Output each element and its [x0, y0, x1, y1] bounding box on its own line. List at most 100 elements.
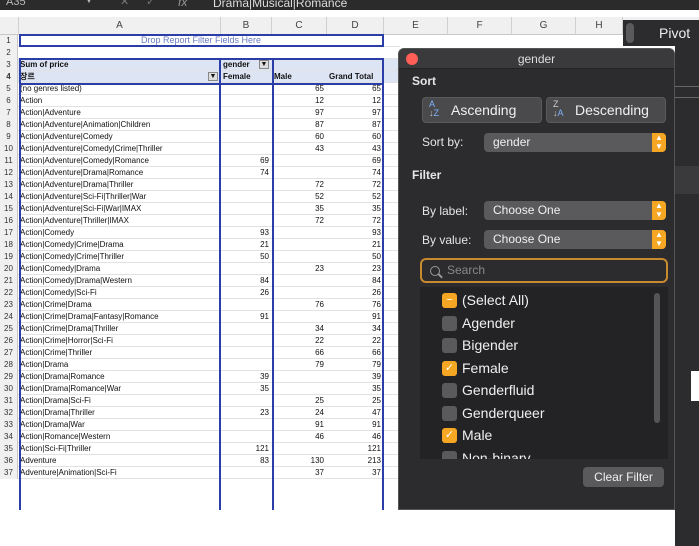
filter-checkbox[interactable] — [442, 405, 457, 421]
by-value-select[interactable]: Choose One ▲ ▼ — [484, 230, 666, 249]
column-header-d[interactable]: D — [327, 17, 384, 35]
pivot-data-row[interactable]: 18 Action|Comedy|Crime|Drama 21 21 — [0, 239, 400, 251]
grand-total-cell[interactable]: 37 — [327, 467, 383, 478]
genre-cell[interactable]: Action|Drama|Romance|War — [19, 383, 220, 394]
pivot-data-row[interactable]: 13 Action|Adventure|Drama|Thriller 72 72 — [0, 179, 400, 191]
filter-search-input[interactable]: Search — [420, 258, 668, 283]
genre-cell[interactable]: Action|Sci-Fi|Thriller — [19, 443, 220, 454]
sort-by-select[interactable]: gender ▲ ▼ — [484, 133, 666, 152]
pivot-data-row[interactable]: 19 Action|Comedy|Crime|Thriller 50 50 — [0, 251, 400, 263]
grand-total-cell[interactable]: 12 — [327, 95, 383, 106]
genre-cell[interactable]: (no genres listed) — [19, 83, 220, 94]
filter-checkbox[interactable]: ✓ — [442, 360, 457, 376]
pivot-data-row[interactable]: 33 Action|Drama|War 91 91 — [0, 419, 400, 431]
sheet-row[interactable]: 4 장르 ▼ Female Male Grand Total — [0, 71, 400, 83]
female-value-cell[interactable]: 91 — [221, 311, 271, 322]
column-header-h[interactable]: H — [576, 17, 623, 35]
select-all-corner[interactable] — [0, 17, 19, 35]
header-grand-total[interactable]: Grand Total — [327, 71, 383, 82]
male-value-cell[interactable]: 79 — [272, 359, 326, 370]
female-value-cell[interactable]: 50 — [221, 251, 271, 262]
filter-value-list[interactable]: − (Select All) Agender Bigender ✓ Female Gende… — [420, 287, 668, 459]
genre-cell[interactable]: Adventure|Animation|Sci-Fi — [19, 467, 220, 478]
sort-ascending-button[interactable]: A ↓Z Ascending — [422, 97, 542, 123]
grand-total-cell[interactable]: 21 — [327, 239, 383, 250]
male-value-cell[interactable]: 91 — [272, 419, 326, 430]
cancel-icon[interactable]: ✕ — [120, 0, 129, 8]
grand-total-cell[interactable]: 26 — [327, 287, 383, 298]
pivot-data-row[interactable]: 11 Action|Adventure|Comedy|Romance 69 69 — [0, 155, 400, 167]
row-number[interactable]: 9 — [0, 131, 18, 143]
row-number[interactable]: 25 — [0, 323, 18, 335]
male-value-cell[interactable]: 23 — [272, 263, 326, 274]
filter-item-label[interactable]: (Select All) — [462, 290, 529, 310]
female-value-cell[interactable]: 39 — [221, 371, 271, 382]
male-value-cell[interactable]: 24 — [272, 407, 326, 418]
male-value-cell[interactable]: 72 — [272, 215, 326, 226]
header-male[interactable]: Male — [272, 71, 326, 82]
genre-cell[interactable]: Action|Adventure|Sci-Fi|War|IMAX — [19, 203, 220, 214]
pivot-data-row[interactable]: 24 Action|Crime|Drama|Fantasy|Romance 91 91 — [0, 311, 400, 323]
pivot-data-row[interactable]: 22 Action|Comedy|Sci-Fi 26 26 — [0, 287, 400, 299]
row-number[interactable]: 28 — [0, 359, 18, 371]
male-value-cell[interactable]: 72 — [272, 179, 326, 190]
grand-total-cell[interactable]: 72 — [327, 215, 383, 226]
male-value-cell[interactable]: 37 — [272, 467, 326, 478]
male-value-cell[interactable]: 76 — [272, 299, 326, 310]
row-number[interactable]: 33 — [0, 419, 18, 431]
pivot-column-field[interactable]: gender ▼ — [221, 59, 271, 70]
grand-total-cell[interactable]: 43 — [327, 143, 383, 154]
filter-checkbox[interactable] — [442, 338, 457, 353]
male-value-cell[interactable]: 22 — [272, 335, 326, 346]
genre-cell[interactable]: Action — [19, 95, 220, 106]
close-icon[interactable] — [406, 53, 418, 65]
female-value-cell[interactable]: 84 — [221, 275, 271, 286]
female-value-cell[interactable]: 93 — [221, 227, 271, 238]
column-header-b[interactable]: B — [221, 17, 272, 35]
male-value-cell[interactable]: 130 — [272, 455, 326, 466]
pivot-data-row[interactable]: 15 Action|Adventure|Sci-Fi|War|IMAX 35 35 — [0, 203, 400, 215]
genre-cell[interactable]: Action|Adventure|Comedy|Romance — [19, 155, 220, 166]
pivot-data-row[interactable]: 35 Action|Sci-Fi|Thriller 121 121 — [0, 443, 400, 455]
genre-cell[interactable]: Action|Adventure|Sci-Fi|Thriller|War — [19, 191, 220, 202]
row-number[interactable]: 18 — [0, 239, 18, 251]
grand-total-cell[interactable]: 50 — [327, 251, 383, 262]
pivot-data-row[interactable]: 14 Action|Adventure|Sci-Fi|Thriller|War 52… — [0, 191, 400, 203]
female-value-cell[interactable]: 21 — [221, 239, 271, 250]
row-number[interactable]: 16 — [0, 215, 18, 227]
male-value-cell[interactable]: 52 — [272, 191, 326, 202]
row-number[interactable]: 26 — [0, 335, 18, 347]
row-number[interactable]: 32 — [0, 407, 18, 419]
grand-total-cell[interactable]: 74 — [327, 167, 383, 178]
pivot-data-row[interactable]: 25 Action|Crime|Drama|Thriller 34 34 — [0, 323, 400, 335]
grand-total-cell[interactable]: 69 — [327, 155, 383, 166]
grand-total-cell[interactable]: 46 — [327, 431, 383, 442]
name-box[interactable]: A35 — [6, 0, 26, 8]
row-number[interactable]: 36 — [0, 455, 18, 467]
sheet-row[interactable]: 3 Sum of price gender ▼ — [0, 59, 400, 71]
pivot-row-field[interactable]: 장르 ▼ — [19, 71, 220, 82]
pivot-data-row[interactable]: 31 Action|Drama|Sci-Fi 25 25 — [0, 395, 400, 407]
row-number[interactable]: 8 — [0, 119, 18, 131]
grand-total-cell[interactable]: 121 — [327, 443, 383, 454]
grand-total-cell[interactable]: 23 — [327, 263, 383, 274]
genre-cell[interactable]: Action|Adventure|Comedy — [19, 131, 220, 142]
pivot-data-row[interactable]: 21 Action|Comedy|Drama|Western 84 84 — [0, 275, 400, 287]
male-value-cell[interactable]: 60 — [272, 131, 326, 142]
row-number[interactable]: 27 — [0, 347, 18, 359]
filter-item-label[interactable]: Male — [462, 425, 492, 445]
grand-total-cell[interactable]: 47 — [327, 407, 383, 418]
select-all-checkbox[interactable]: − — [442, 293, 457, 308]
panel-field-box[interactable] — [675, 166, 699, 194]
vertical-scrollbar[interactable] — [623, 20, 637, 46]
grand-total-cell[interactable]: 76 — [327, 299, 383, 310]
grand-total-cell[interactable]: 35 — [327, 383, 383, 394]
grand-total-cell[interactable]: 79 — [327, 359, 383, 370]
female-value-cell[interactable]: 121 — [221, 443, 271, 454]
pivot-data-row[interactable]: 16 Action|Adventure|Thriller|IMAX 72 72 — [0, 215, 400, 227]
row-number[interactable]: 2 — [0, 47, 18, 59]
genre-cell[interactable]: Adventure — [19, 455, 220, 466]
female-value-cell[interactable]: 74 — [221, 167, 271, 178]
row-number[interactable]: 3 — [0, 59, 18, 71]
row-number[interactable]: 5 — [0, 83, 18, 95]
